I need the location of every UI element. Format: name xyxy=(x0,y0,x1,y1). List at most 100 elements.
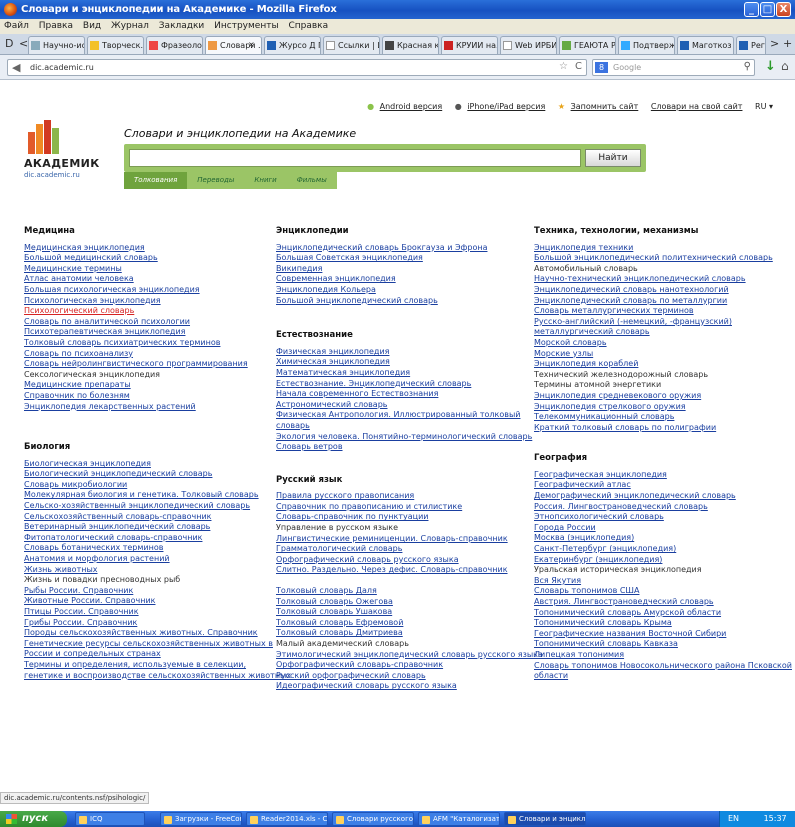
dictionary-link[interactable]: Термины атомной энергетики xyxy=(534,380,789,391)
tab[interactable]: Творческ... xyxy=(87,36,144,54)
dictionary-link[interactable]: Словарь топонимов Новосокольнического ра… xyxy=(534,661,792,672)
menu-history[interactable]: Журнал xyxy=(111,21,149,31)
tab[interactable]: Журсо Д Г... xyxy=(264,36,321,54)
widget-link[interactable]: Словари на свой сайт xyxy=(651,102,743,111)
tab-films[interactable]: Фильмы xyxy=(286,172,337,189)
site-search-input[interactable] xyxy=(129,149,581,167)
dictionary-link[interactable]: Медицинские термины xyxy=(24,264,264,275)
dictionary-link[interactable]: Грамматологический словарь xyxy=(276,544,526,555)
dictionary-link[interactable]: Толковый словарь Ушакова xyxy=(276,607,526,618)
taskbar-item[interactable]: Словари русского я... xyxy=(332,812,414,826)
dictionary-link[interactable]: Москва (энциклопедия) xyxy=(534,533,789,544)
dictionary-link[interactable]: металлургический словарь xyxy=(534,327,789,338)
dictionary-link[interactable]: Этнопсихологический словарь xyxy=(534,512,789,523)
menu-file[interactable]: Файл xyxy=(4,21,29,31)
dictionary-link[interactable]: Биологическая энциклопедия xyxy=(24,459,264,470)
find-button[interactable]: Найти xyxy=(585,149,641,167)
dictionary-link[interactable]: Русско-английский (-немецкий, -французск… xyxy=(534,317,789,328)
dictionary-link[interactable]: Научно-технический энциклопедический сло… xyxy=(534,274,789,285)
dictionary-link[interactable]: Топонимический словарь Амурской области xyxy=(534,608,789,619)
bookmark-star-icon[interactable]: ☆ xyxy=(559,61,568,72)
dictionary-link[interactable]: Энциклопедия техники xyxy=(534,243,789,254)
dictionary-link[interactable]: Физическая энциклопедия xyxy=(276,347,526,358)
new-tab-button[interactable]: + xyxy=(783,37,792,50)
dictionary-link[interactable]: Справочник по правописанию и стилистике xyxy=(276,502,526,513)
dictionary-link[interactable]: Психологическая энциклопедия xyxy=(24,296,264,307)
dictionary-link[interactable]: Современная энциклопедия xyxy=(276,274,526,285)
dictionary-link[interactable]: Большой энциклопедический словарь xyxy=(276,296,526,307)
taskbar-item[interactable]: AFM "Каталогизато... xyxy=(418,812,500,826)
minimize-button[interactable]: _ xyxy=(744,2,759,17)
dictionary-link[interactable]: Словарь по психоанализу xyxy=(24,349,264,360)
dictionary-link[interactable]: Малый академический словарь xyxy=(276,639,526,650)
dictionary-link[interactable]: Большой медицинский словарь xyxy=(24,253,264,264)
dictionary-link[interactable]: Словарь по аналитической психологии xyxy=(24,317,264,328)
site-logo[interactable]: АКАДЕМИК dic.academic.ru xyxy=(24,120,99,179)
dictionary-link[interactable]: Сельско-хозяйственный энциклопедический … xyxy=(24,501,264,512)
taskbar-item[interactable]: ICQ xyxy=(75,812,145,826)
dictionary-link[interactable]: Вся Якутия xyxy=(534,576,789,587)
dictionary-link[interactable]: генетике и воспроизводстве сельскохозяйс… xyxy=(24,671,291,682)
tab-scroll-left-icon[interactable]: < xyxy=(19,37,28,50)
dictionary-link[interactable]: Математическая энциклопедия xyxy=(276,368,526,379)
dictionary-link[interactable]: Грибы России. Справочник xyxy=(24,618,264,629)
menu-tools[interactable]: Инструменты xyxy=(214,21,278,31)
dictionary-link[interactable]: Словарь топонимов США xyxy=(534,586,789,597)
menu-help[interactable]: Справка xyxy=(288,21,328,31)
menu-bookmarks[interactable]: Закладки xyxy=(159,21,205,31)
tab[interactable]: Подтвержд... xyxy=(618,36,675,54)
maximize-button[interactable]: □ xyxy=(760,2,775,17)
dictionary-link[interactable]: Генетические ресурсы сельскохозяйственны… xyxy=(24,639,273,650)
close-window-button[interactable]: X xyxy=(776,2,791,17)
dictionary-link[interactable]: Физическая Антропология. Иллюстрированны… xyxy=(276,410,526,421)
dictionary-link[interactable]: Толковый словарь психиатрических термино… xyxy=(24,338,264,349)
dictionary-link[interactable]: Фитопатологический словарь-справочник xyxy=(24,533,264,544)
tab[interactable]: Научно-иссл... xyxy=(28,36,85,54)
dictionary-link[interactable]: Энциклопедия лекарственных растений xyxy=(24,402,264,413)
tab[interactable]: ГЕАЮТА Р... xyxy=(559,36,616,54)
dictionary-link[interactable]: Россия. Лингвострановедческий словарь xyxy=(534,502,789,513)
dictionary-link[interactable]: Словарь-справочник по пунктуации xyxy=(276,512,526,523)
dictionary-link[interactable]: Животные России. Справочник xyxy=(24,596,264,607)
dictionary-link[interactable]: Большая Советская энциклопедия xyxy=(276,253,526,264)
language-select[interactable]: RU ▾ xyxy=(755,102,773,111)
dictionary-link[interactable]: Энциклопедический словарь по металлургии xyxy=(534,296,789,307)
tab[interactable]: Ссылки | ЦБ... xyxy=(323,36,380,54)
address-bar[interactable]: ◀ dic.academic.ru ☆ C xyxy=(7,59,587,76)
dictionary-link[interactable]: России и сопредельных странах xyxy=(24,649,264,660)
dictionary-link[interactable]: Энциклопедия Кольера xyxy=(276,285,526,296)
iphone-link[interactable]: iPhone/iPad версия xyxy=(467,102,545,111)
dictionary-link[interactable]: Краткий толковый словарь по полиграфии xyxy=(534,423,789,434)
dictionary-link[interactable]: Птицы России. Справочник xyxy=(24,607,264,618)
dictionary-link[interactable]: Психотерапевтическая энциклопедия xyxy=(24,327,264,338)
dictionary-link[interactable]: Демографический энциклопедический словар… xyxy=(534,491,789,502)
dictionary-link[interactable]: Липецкая топонимия xyxy=(534,650,789,661)
dictionary-link[interactable]: Этимологический энциклопедический словар… xyxy=(276,650,543,661)
tab-books[interactable]: Книги xyxy=(244,172,287,189)
firefox-menu-icon[interactable]: D xyxy=(5,37,13,50)
dictionary-link[interactable]: Словарь ветров xyxy=(276,442,526,453)
dictionary-link[interactable]: Топонимический словарь Крыма xyxy=(534,618,789,629)
dictionary-link[interactable]: Морской словарь xyxy=(534,338,789,349)
home-icon[interactable]: ⌂ xyxy=(781,59,789,73)
dictionary-link[interactable]: Слитно. Раздельно. Через дефис. Словарь-… xyxy=(276,565,526,576)
dictionary-link[interactable]: Энциклопедический словарь Брокгауза и Эф… xyxy=(276,243,526,254)
dictionary-link[interactable]: Сексологическая энциклопедия xyxy=(24,370,264,381)
dictionary-link[interactable]: Санкт-Петербург (энциклопедия) xyxy=(534,544,789,555)
android-link[interactable]: Android версия xyxy=(380,102,443,111)
dictionary-link[interactable]: Толковый словарь Ожегова xyxy=(276,597,526,608)
dictionary-link[interactable]: Морские узлы xyxy=(534,349,789,360)
dictionary-link[interactable]: Психологический словарь xyxy=(24,306,264,317)
dictionary-link[interactable]: Сельскохозяйственный словарь-справочник xyxy=(24,512,264,523)
dictionary-link[interactable]: Технический железнодорожный словарь xyxy=(534,370,789,381)
dictionary-link[interactable]: Толковый словарь Дмитриева xyxy=(276,628,526,639)
dictionary-link[interactable]: Географический атлас xyxy=(534,480,789,491)
dictionary-link[interactable]: Молекулярная биология и генетика. Толков… xyxy=(24,490,264,501)
search-bar[interactable]: 8 Google ⚲ xyxy=(592,59,755,76)
dictionary-link[interactable]: Лингвистические реминиценции. Словарь-сп… xyxy=(276,534,526,545)
menu-edit[interactable]: Правка xyxy=(39,21,73,31)
dictionary-link[interactable]: словарь xyxy=(276,421,526,432)
dictionary-link[interactable]: Породы сельскохозяйственных животных. Сп… xyxy=(24,628,264,639)
dictionary-link[interactable]: Идеографический словарь русского языка xyxy=(276,681,526,692)
dictionary-link[interactable]: Рыбы России. Справочник xyxy=(24,586,264,597)
